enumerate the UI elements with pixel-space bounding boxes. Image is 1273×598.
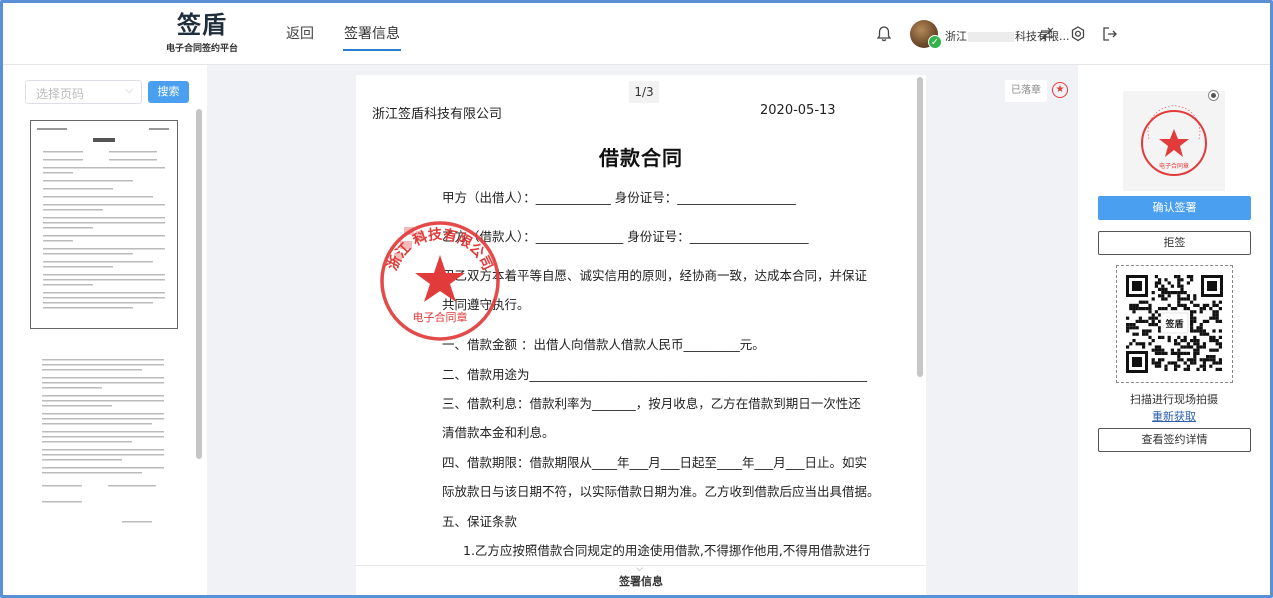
stamped-tag: 已落章	[1005, 80, 1047, 102]
logo-subtitle: 电子合同签约平台	[165, 44, 238, 54]
page-select[interactable]: 选择页码 ⌵	[25, 80, 142, 104]
company-prefix: 浙江	[945, 30, 967, 43]
search-button[interactable]: 搜索	[148, 81, 189, 103]
doc-line: 1.乙方应按照借款合同规定的用途使用借款,不得挪作他用,不得用借款进行	[463, 543, 871, 558]
seal-radio[interactable]	[1208, 90, 1219, 101]
qr-code[interactable]: 签盾	[1116, 265, 1233, 383]
qr-caption: 扫描进行现场拍摄	[1130, 393, 1218, 406]
thumbnail-scrollbar[interactable]	[196, 109, 202, 459]
gear-icon[interactable]	[1069, 25, 1087, 43]
doc-line: 际放款日与该日期不符，以实际借款日期为准。乙方收到借款后应当出具借据。	[442, 484, 880, 499]
sign-info-label: 签署信息	[619, 575, 663, 588]
chevron-down-icon: ⌵	[125, 85, 133, 96]
reject-button[interactable]: 拒签	[1098, 231, 1251, 255]
qr-refresh-link[interactable]: 重新获取	[1078, 408, 1270, 424]
bell-icon[interactable]	[875, 25, 893, 43]
view-sign-detail-button[interactable]: 查看签约详情	[1098, 428, 1251, 452]
doc-date: 2020-05-13	[760, 103, 836, 118]
seal-bottom-text: 电子合同章	[413, 310, 468, 324]
sign-info-bar[interactable]: ⌵ 签署信息	[356, 564, 926, 595]
logo-main: 签盾	[177, 11, 227, 39]
logo: 签盾 电子合同签约平台	[163, 11, 241, 54]
doc-line: 二、借款用途为_________________________________…	[442, 367, 868, 382]
seal-preview: 电子合同章	[1141, 105, 1207, 176]
logout-icon[interactable]	[1101, 25, 1119, 43]
doc-line: 五、保证条款	[442, 514, 518, 529]
page-thumbnail-2[interactable]	[30, 355, 178, 535]
doc-line: 清借款本金和利息。	[442, 425, 555, 440]
switch-icon[interactable]	[1038, 25, 1056, 43]
company-mask	[968, 32, 1014, 42]
seal-option[interactable]: 电子合同章	[1123, 91, 1225, 191]
document-viewer: 1/3 浙江签盾科技有限公司 2020-05-13 借款合同 甲方（出借人）：_…	[356, 75, 926, 595]
qr-pattern: 签盾	[1126, 275, 1223, 373]
thumbnail-2-content	[42, 359, 164, 523]
document-scrollbar[interactable]	[917, 77, 923, 377]
page-thumbnail-1[interactable]	[30, 120, 178, 329]
sign-action-panel: 电子合同章 确认签署 拒签 签盾 扫描进行现场拍摄 重新获取 查看签约详情	[1078, 65, 1270, 595]
confirm-sign-button[interactable]: 确认签署	[1098, 196, 1251, 220]
top-header: 签盾 电子合同签约平台 返回 签署信息 ✓ 浙江 科技有限...	[3, 3, 1270, 65]
app-window: 签盾 电子合同签约平台 返回 签署信息 ✓ 浙江 科技有限... 选择页码 ⌵ …	[0, 0, 1273, 598]
doc-line: 三、借款利息：借款利率为_______，按月收息，乙方在借款到期日一次性还	[442, 396, 861, 411]
nav-sign-info[interactable]: 签署信息	[343, 23, 401, 51]
seal-star-icon[interactable]: ★	[1052, 82, 1068, 98]
doc-company: 浙江签盾科技有限公司	[372, 107, 503, 122]
page-thumbnail-panel: 选择页码 ⌵ 搜索	[3, 65, 207, 595]
thumbnail-1-content	[37, 128, 169, 309]
right-seal-bottom-text: 电子合同章	[1159, 162, 1189, 170]
qr-center-logo: 签盾	[1164, 318, 1183, 330]
doc-title: 借款合同	[599, 146, 683, 170]
page-select-placeholder: 选择页码	[36, 87, 85, 101]
verified-check-icon: ✓	[928, 35, 942, 49]
page-indicator: 1/3	[629, 81, 659, 103]
doc-line: 四、借款期限：借款期限从____年___月___日起至____年___月___日…	[442, 455, 868, 470]
nav-back[interactable]: 返回	[286, 23, 314, 43]
doc-line: 甲方（出借人）：____________ 身份证号：______________…	[442, 190, 796, 205]
company-seal-stamp[interactable]: 浙江 科技有限公司 电子合同章	[374, 215, 506, 347]
